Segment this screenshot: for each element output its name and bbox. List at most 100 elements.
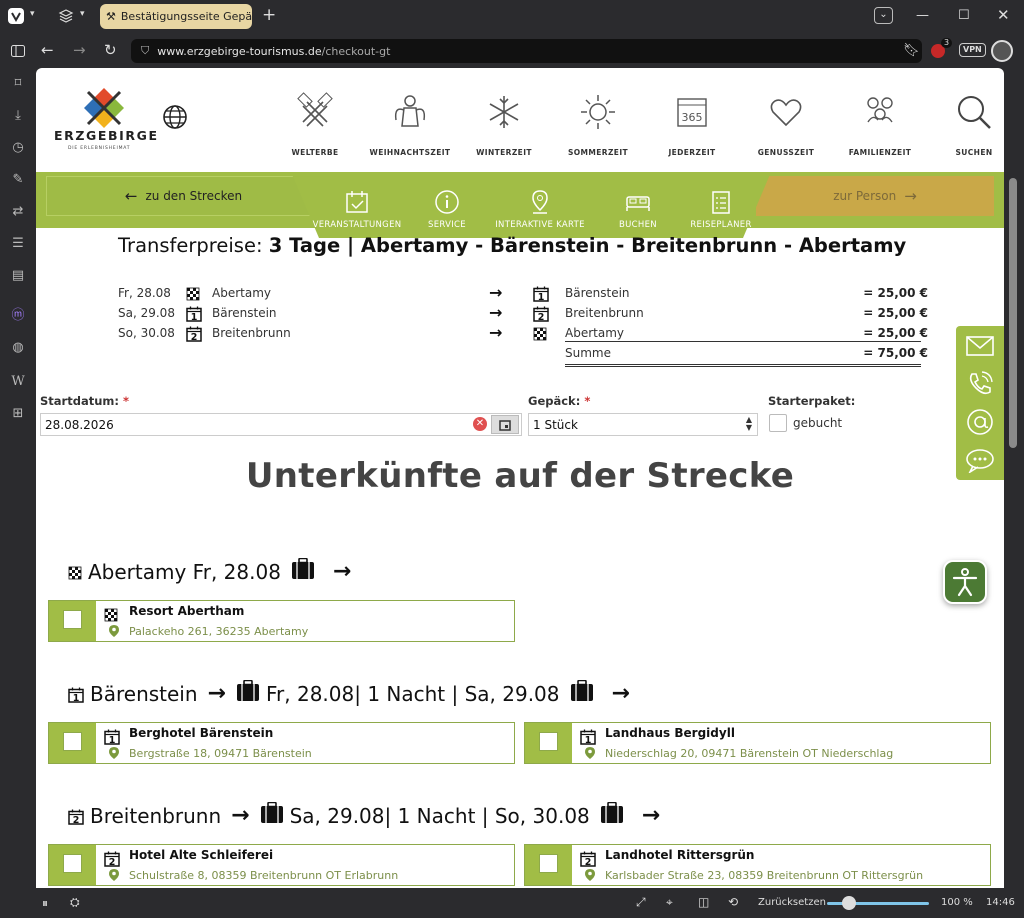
language-globe-icon[interactable] — [162, 104, 188, 134]
nav-familienzeit[interactable]: FAMILIENZEIT — [835, 90, 925, 157]
logo-subtitle: DIE ERLEBNISHEIMAT — [68, 146, 131, 151]
accommodation-card[interactable]: Resort Abertham Palackeho 261, 36235 Aber… — [48, 600, 515, 642]
start-date-input[interactable]: 28.08.2026 ✕ — [40, 413, 522, 436]
snowflake-icon — [459, 90, 549, 134]
wikipedia-icon[interactable]: W — [10, 374, 26, 390]
accessibility-button[interactable] — [943, 560, 987, 604]
accommodation-checkbox[interactable] — [525, 723, 572, 763]
site-logo[interactable]: ERZGEBIRGE DIE ERLEBNISHEIMAT — [54, 84, 157, 154]
tab-active[interactable]: ⚒ Bestätigungsseite Gepäcktr — [100, 4, 252, 29]
required-mark: * — [584, 394, 591, 408]
page-actions-icon[interactable]: ⟲ — [728, 895, 738, 909]
calendar-picker-icon[interactable] — [491, 415, 519, 434]
notes-icon[interactable]: ✎ — [10, 172, 26, 188]
back-to-routes-button[interactable]: ← zu den Strecken — [46, 176, 321, 216]
contact-panel — [956, 326, 1004, 480]
nav-label: WELTERBE — [291, 148, 339, 157]
starter-checkbox[interactable] — [769, 414, 787, 432]
to-person-button[interactable]: zur Person → — [756, 176, 994, 216]
nav-genusszeit[interactable]: GENUSSZEIT — [741, 90, 831, 157]
accommodation-name: Berghotel Bärenstein — [129, 726, 274, 740]
chevron-down-icon[interactable]: ▾ — [30, 10, 35, 19]
translate-icon[interactable]: ⇄ — [10, 204, 26, 220]
calendar-day-icon: 1 — [580, 726, 596, 745]
accommodation-card[interactable]: 1 Berghotel Bärenstein Bergstraße 18, 0947… — [48, 722, 515, 764]
transfer-title: Transferpreise: 3 Tage | Abertamy - Bäre… — [118, 234, 906, 257]
reload-icon[interactable]: ↻ — [104, 43, 117, 58]
web-panel-icon[interactable]: ◍ — [10, 340, 26, 356]
close-icon[interactable]: ✕ — [997, 6, 1010, 24]
reset-zoom-button[interactable]: Zurücksetzen — [758, 897, 826, 908]
luggage-icon — [236, 679, 260, 707]
starter-label: Starterpaket: — [768, 394, 856, 408]
accommodation-name: Hotel Alte Schleiferei — [129, 848, 274, 862]
history-icon[interactable]: ◷ — [10, 140, 26, 156]
reader-view-icon[interactable]: ◫ — [698, 895, 709, 909]
forward-icon[interactable]: → — [73, 43, 86, 58]
tab-list-icon[interactable]: ⌄ — [874, 7, 893, 24]
vivaldi-menu-icon[interactable] — [8, 8, 24, 24]
subnav-buchen[interactable]: BUCHEN — [603, 186, 673, 230]
transfer-arrow-icon: → — [489, 283, 503, 302]
phone-icon[interactable] — [964, 368, 996, 400]
svg-text:2: 2 — [538, 312, 545, 322]
nav-weihnachtszeit[interactable]: WEIHNACHTSZEIT — [365, 90, 455, 157]
accommodation-name: Landhotel Rittersgrün — [605, 848, 755, 862]
nav-label: JEDERZEIT — [668, 148, 716, 157]
nav-jederzeit[interactable]: 365 JEDERZEIT — [647, 90, 737, 157]
panel-toggle-icon[interactable] — [10, 43, 26, 62]
calendar-check-icon — [307, 186, 407, 218]
bookmark-icon[interactable]: 🔖︎ — [903, 44, 920, 57]
transfer-to: Abertamy — [565, 326, 624, 340]
svg-text:2: 2 — [73, 815, 80, 825]
scrollbar-thumb[interactable] — [1009, 178, 1017, 448]
calendar-day-icon: 2 — [580, 848, 596, 867]
luggage-select[interactable]: 1 Stück ▲ ▼ — [528, 413, 758, 436]
mastodon-icon[interactable]: ⓜ — [10, 308, 26, 324]
subnav-veranstaltungen[interactable]: VERANSTALTUNGEN — [307, 186, 407, 230]
page-scrollbar[interactable] — [1004, 68, 1024, 888]
maximize-icon[interactable]: ☐ — [958, 8, 970, 23]
address-bar[interactable]: ⛉ www.erzgebirge-tourismus.de/checkout-g… — [131, 39, 922, 63]
subnav-interaktive-karte[interactable]: INTERAKTIVE KARTE — [485, 186, 595, 230]
reading-list-icon[interactable]: ☰ — [10, 236, 26, 252]
back-icon[interactable]: ← — [41, 43, 54, 58]
capture-icon[interactable]: ⤢ — [636, 895, 646, 910]
chevron-down-icon[interactable]: ▾ — [80, 10, 85, 19]
new-tab-icon[interactable]: + — [262, 7, 276, 24]
nav-welterbe[interactable]: WELTERBE — [270, 90, 360, 157]
add-panel-icon[interactable]: ⊞ — [10, 406, 26, 422]
tile-icon[interactable]: ⏸ — [42, 896, 48, 911]
accommodation-card[interactable]: 2 Hotel Alte Schleiferei Schulstraße 8, 08… — [48, 844, 515, 886]
bookmarks-icon[interactable]: ⌑ — [10, 76, 26, 92]
downloads-icon[interactable]: ⤓ — [10, 108, 26, 124]
calendar-day-icon: 2 — [186, 326, 202, 342]
accommodation-checkbox[interactable] — [49, 601, 96, 641]
accommodation-checkbox[interactable] — [525, 845, 572, 885]
subnav-service[interactable]: SERVICE — [417, 186, 477, 230]
minimize-icon[interactable]: — — [916, 8, 929, 23]
image-toggle-icon[interactable]: ⛭ — [70, 895, 80, 910]
accommodation-checkbox[interactable] — [49, 723, 96, 763]
reader-icon[interactable]: ▤ — [10, 268, 26, 284]
vpn-button[interactable]: VPN — [959, 43, 986, 57]
chat-icon[interactable] — [964, 444, 996, 476]
subnav-reiseplaner[interactable]: REISEPLANER — [681, 186, 761, 230]
accommodation-card[interactable]: 1 Landhaus Bergidyll Niederschlag 20, 0947… — [524, 722, 991, 764]
info-icon — [417, 186, 477, 218]
forward-label: zur Person — [833, 189, 897, 203]
profile-avatar[interactable] — [991, 40, 1013, 62]
screenshot-icon[interactable]: ⌖ — [666, 895, 673, 910]
clear-date-icon[interactable]: ✕ — [473, 417, 487, 431]
nav-suchen[interactable]: SUCHEN — [929, 90, 1004, 157]
svg-text:2: 2 — [585, 857, 592, 867]
accommodation-checkbox[interactable] — [49, 845, 96, 885]
mail-icon[interactable] — [964, 330, 996, 362]
required-mark: * — [122, 394, 129, 408]
accommodation-card[interactable]: 2 Landhotel Rittersgrün Karlsbader Straße … — [524, 844, 991, 886]
at-email-icon[interactable] — [964, 406, 996, 438]
nav-winterzeit[interactable]: WINTERZEIT — [459, 90, 549, 157]
nav-sommerzeit[interactable]: SOMMERZEIT — [553, 90, 643, 157]
tab-stack-icon[interactable] — [58, 8, 74, 27]
zoom-slider-handle[interactable] — [842, 896, 856, 910]
